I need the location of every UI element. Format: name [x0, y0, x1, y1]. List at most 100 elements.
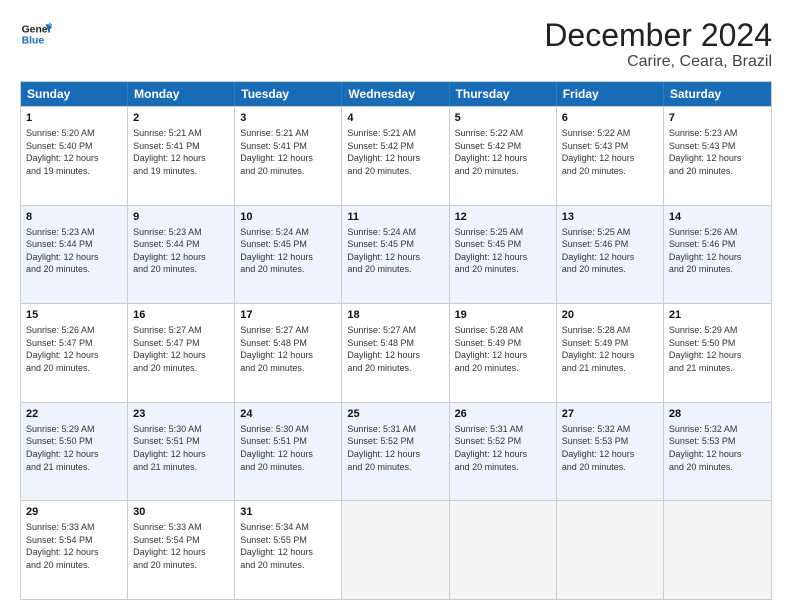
calendar-cell	[450, 501, 557, 599]
sun-info: Sunrise: 5:20 AM Sunset: 5:40 PM Dayligh…	[26, 127, 122, 177]
calendar-cell: 23Sunrise: 5:30 AM Sunset: 5:51 PM Dayli…	[128, 403, 235, 501]
calendar-day-header: Monday	[128, 82, 235, 106]
sun-info: Sunrise: 5:27 AM Sunset: 5:48 PM Dayligh…	[347, 324, 443, 374]
sun-info: Sunrise: 5:22 AM Sunset: 5:42 PM Dayligh…	[455, 127, 551, 177]
sun-info: Sunrise: 5:28 AM Sunset: 5:49 PM Dayligh…	[562, 324, 658, 374]
calendar-header: SundayMondayTuesdayWednesdayThursdayFrid…	[21, 82, 771, 106]
day-number: 22	[26, 407, 122, 422]
calendar-cell: 27Sunrise: 5:32 AM Sunset: 5:53 PM Dayli…	[557, 403, 664, 501]
calendar-cell: 24Sunrise: 5:30 AM Sunset: 5:51 PM Dayli…	[235, 403, 342, 501]
sun-info: Sunrise: 5:29 AM Sunset: 5:50 PM Dayligh…	[669, 324, 766, 374]
sun-info: Sunrise: 5:25 AM Sunset: 5:45 PM Dayligh…	[455, 226, 551, 276]
calendar-cell	[557, 501, 664, 599]
sun-info: Sunrise: 5:31 AM Sunset: 5:52 PM Dayligh…	[455, 423, 551, 473]
sun-info: Sunrise: 5:23 AM Sunset: 5:43 PM Dayligh…	[669, 127, 766, 177]
day-number: 8	[26, 210, 122, 225]
sun-info: Sunrise: 5:32 AM Sunset: 5:53 PM Dayligh…	[669, 423, 766, 473]
sun-info: Sunrise: 5:24 AM Sunset: 5:45 PM Dayligh…	[347, 226, 443, 276]
calendar-cell: 19Sunrise: 5:28 AM Sunset: 5:49 PM Dayli…	[450, 304, 557, 402]
day-number: 24	[240, 407, 336, 422]
calendar-cell: 3Sunrise: 5:21 AM Sunset: 5:41 PM Daylig…	[235, 107, 342, 205]
day-number: 31	[240, 505, 336, 520]
calendar-cell: 28Sunrise: 5:32 AM Sunset: 5:53 PM Dayli…	[664, 403, 771, 501]
calendar-cell: 31Sunrise: 5:34 AM Sunset: 5:55 PM Dayli…	[235, 501, 342, 599]
day-number: 28	[669, 407, 766, 422]
calendar-week: 8Sunrise: 5:23 AM Sunset: 5:44 PM Daylig…	[21, 205, 771, 304]
calendar-day-header: Thursday	[450, 82, 557, 106]
sun-info: Sunrise: 5:34 AM Sunset: 5:55 PM Dayligh…	[240, 521, 336, 571]
calendar-cell: 18Sunrise: 5:27 AM Sunset: 5:48 PM Dayli…	[342, 304, 449, 402]
sun-info: Sunrise: 5:23 AM Sunset: 5:44 PM Dayligh…	[133, 226, 229, 276]
day-number: 11	[347, 210, 443, 225]
logo: General Blue	[20, 18, 52, 50]
day-number: 25	[347, 407, 443, 422]
calendar-cell: 22Sunrise: 5:29 AM Sunset: 5:50 PM Dayli…	[21, 403, 128, 501]
day-number: 19	[455, 308, 551, 323]
sun-info: Sunrise: 5:28 AM Sunset: 5:49 PM Dayligh…	[455, 324, 551, 374]
calendar-cell: 7Sunrise: 5:23 AM Sunset: 5:43 PM Daylig…	[664, 107, 771, 205]
day-number: 23	[133, 407, 229, 422]
calendar-cell: 5Sunrise: 5:22 AM Sunset: 5:42 PM Daylig…	[450, 107, 557, 205]
calendar-cell: 11Sunrise: 5:24 AM Sunset: 5:45 PM Dayli…	[342, 206, 449, 304]
day-number: 4	[347, 111, 443, 126]
calendar-cell: 14Sunrise: 5:26 AM Sunset: 5:46 PM Dayli…	[664, 206, 771, 304]
calendar-cell: 10Sunrise: 5:24 AM Sunset: 5:45 PM Dayli…	[235, 206, 342, 304]
calendar-body: 1Sunrise: 5:20 AM Sunset: 5:40 PM Daylig…	[21, 106, 771, 599]
page-header: General Blue December 2024 Carire, Ceara…	[20, 18, 772, 71]
day-number: 20	[562, 308, 658, 323]
day-number: 21	[669, 308, 766, 323]
sun-info: Sunrise: 5:33 AM Sunset: 5:54 PM Dayligh…	[26, 521, 122, 571]
calendar-week: 15Sunrise: 5:26 AM Sunset: 5:47 PM Dayli…	[21, 303, 771, 402]
sun-info: Sunrise: 5:25 AM Sunset: 5:46 PM Dayligh…	[562, 226, 658, 276]
day-number: 14	[669, 210, 766, 225]
day-number: 16	[133, 308, 229, 323]
day-number: 6	[562, 111, 658, 126]
title-block: December 2024 Carire, Ceara, Brazil	[544, 18, 772, 71]
day-number: 17	[240, 308, 336, 323]
sun-info: Sunrise: 5:33 AM Sunset: 5:54 PM Dayligh…	[133, 521, 229, 571]
day-number: 3	[240, 111, 336, 126]
calendar-cell: 30Sunrise: 5:33 AM Sunset: 5:54 PM Dayli…	[128, 501, 235, 599]
sun-info: Sunrise: 5:26 AM Sunset: 5:47 PM Dayligh…	[26, 324, 122, 374]
day-number: 29	[26, 505, 122, 520]
sun-info: Sunrise: 5:27 AM Sunset: 5:48 PM Dayligh…	[240, 324, 336, 374]
calendar-day-header: Friday	[557, 82, 664, 106]
calendar-cell: 25Sunrise: 5:31 AM Sunset: 5:52 PM Dayli…	[342, 403, 449, 501]
calendar-day-header: Wednesday	[342, 82, 449, 106]
day-number: 5	[455, 111, 551, 126]
logo-icon: General Blue	[20, 18, 52, 50]
calendar-cell: 17Sunrise: 5:27 AM Sunset: 5:48 PM Dayli…	[235, 304, 342, 402]
day-number: 2	[133, 111, 229, 126]
page-title: December 2024	[544, 18, 772, 53]
calendar-cell: 16Sunrise: 5:27 AM Sunset: 5:47 PM Dayli…	[128, 304, 235, 402]
calendar: SundayMondayTuesdayWednesdayThursdayFrid…	[20, 81, 772, 600]
calendar-cell: 12Sunrise: 5:25 AM Sunset: 5:45 PM Dayli…	[450, 206, 557, 304]
day-number: 30	[133, 505, 229, 520]
sun-info: Sunrise: 5:31 AM Sunset: 5:52 PM Dayligh…	[347, 423, 443, 473]
calendar-cell: 29Sunrise: 5:33 AM Sunset: 5:54 PM Dayli…	[21, 501, 128, 599]
calendar-cell: 15Sunrise: 5:26 AM Sunset: 5:47 PM Dayli…	[21, 304, 128, 402]
calendar-cell: 6Sunrise: 5:22 AM Sunset: 5:43 PM Daylig…	[557, 107, 664, 205]
sun-info: Sunrise: 5:30 AM Sunset: 5:51 PM Dayligh…	[240, 423, 336, 473]
day-number: 1	[26, 111, 122, 126]
day-number: 27	[562, 407, 658, 422]
sun-info: Sunrise: 5:22 AM Sunset: 5:43 PM Dayligh…	[562, 127, 658, 177]
day-number: 7	[669, 111, 766, 126]
calendar-day-header: Tuesday	[235, 82, 342, 106]
day-number: 26	[455, 407, 551, 422]
calendar-cell	[342, 501, 449, 599]
sun-info: Sunrise: 5:21 AM Sunset: 5:41 PM Dayligh…	[240, 127, 336, 177]
calendar-week: 1Sunrise: 5:20 AM Sunset: 5:40 PM Daylig…	[21, 106, 771, 205]
calendar-week: 29Sunrise: 5:33 AM Sunset: 5:54 PM Dayli…	[21, 500, 771, 599]
calendar-day-header: Sunday	[21, 82, 128, 106]
calendar-cell: 4Sunrise: 5:21 AM Sunset: 5:42 PM Daylig…	[342, 107, 449, 205]
day-number: 13	[562, 210, 658, 225]
calendar-day-header: Saturday	[664, 82, 771, 106]
sun-info: Sunrise: 5:29 AM Sunset: 5:50 PM Dayligh…	[26, 423, 122, 473]
calendar-cell: 9Sunrise: 5:23 AM Sunset: 5:44 PM Daylig…	[128, 206, 235, 304]
day-number: 15	[26, 308, 122, 323]
page-subtitle: Carire, Ceara, Brazil	[544, 53, 772, 71]
calendar-cell: 1Sunrise: 5:20 AM Sunset: 5:40 PM Daylig…	[21, 107, 128, 205]
day-number: 9	[133, 210, 229, 225]
sun-info: Sunrise: 5:23 AM Sunset: 5:44 PM Dayligh…	[26, 226, 122, 276]
